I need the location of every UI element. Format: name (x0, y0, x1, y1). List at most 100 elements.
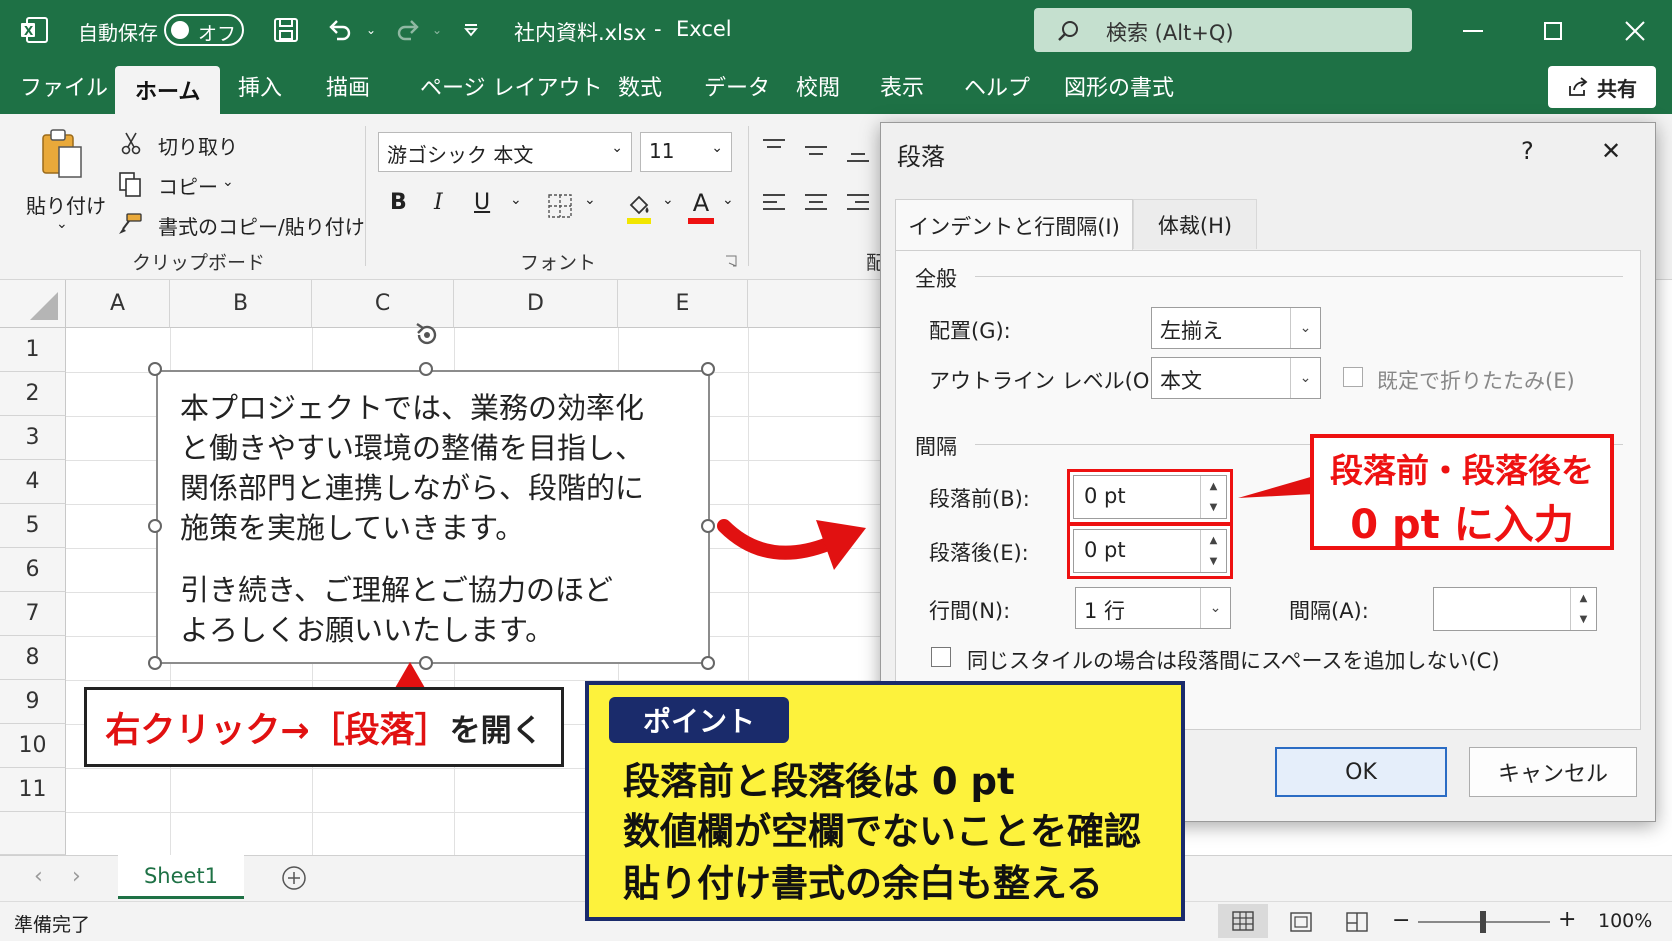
row-header[interactable] (0, 812, 66, 855)
tab-shape-format[interactable]: 図形の書式 (1064, 70, 1174, 102)
align-right-icon[interactable] (844, 190, 872, 218)
bold-button[interactable]: B (390, 190, 407, 215)
zoom-in-button[interactable]: + (1558, 907, 1576, 932)
align-middle-icon[interactable] (802, 140, 830, 162)
outline-level-select[interactable]: 本文 ⌄ (1151, 357, 1321, 399)
minimize-icon[interactable] (1458, 16, 1488, 46)
fill-color-dropdown-icon[interactable]: ⌄ (662, 192, 674, 208)
redo-icon[interactable] (392, 14, 424, 46)
redo-dropdown-icon[interactable]: ⌄ (428, 20, 446, 40)
tab-draw[interactable]: 描画 (326, 70, 370, 102)
spin-up-icon[interactable]: ▲ (1201, 476, 1226, 497)
column-header[interactable] (748, 280, 882, 328)
text-box-shape[interactable]: 本プロジェクトでは、業務の効率化 と働きやすい環境の整備を目指し、 関係部門と連… (156, 370, 710, 664)
add-sheet-icon[interactable] (280, 864, 308, 892)
spin-up-icon[interactable]: ▲ (1201, 530, 1226, 551)
copy-icon[interactable] (116, 170, 144, 198)
line-spacing-select[interactable]: 1 行 ⌄ (1075, 587, 1231, 629)
alignment-select[interactable]: 左揃え ⌄ (1151, 307, 1321, 349)
paste-label[interactable]: 貼り付け (26, 190, 106, 219)
dont-add-space-checkbox[interactable] (931, 647, 951, 667)
close-window-icon[interactable] (1618, 14, 1652, 48)
italic-button[interactable]: I (434, 190, 443, 215)
help-button[interactable]: ? (1521, 137, 1534, 165)
spin-down-icon[interactable]: ▼ (1571, 609, 1596, 630)
tab-page-layout[interactable]: ページ レイアウト (420, 70, 603, 102)
customize-toolbar-icon[interactable] (460, 18, 482, 42)
at-input[interactable]: ▲ ▼ (1433, 587, 1597, 631)
copy-label[interactable]: コピー (158, 171, 218, 200)
zoom-slider-thumb[interactable] (1480, 911, 1486, 933)
tab-indent-spacing[interactable]: インデントと行間隔(I) (895, 199, 1133, 251)
tab-formulas[interactable]: 数式 (618, 70, 662, 102)
search-box[interactable]: 検索 (Alt+Q) (1034, 8, 1412, 52)
resize-handle[interactable] (701, 362, 715, 376)
resize-handle[interactable] (701, 656, 715, 670)
tab-line-page-breaks[interactable]: 体裁(H) (1133, 199, 1257, 249)
zoom-out-button[interactable]: − (1392, 908, 1410, 933)
row-header[interactable]: 3 (0, 416, 66, 460)
cut-label[interactable]: 切り取り (158, 131, 238, 160)
tab-help[interactable]: ヘルプ (964, 70, 1030, 102)
sheet-tab-sheet1[interactable]: Sheet1 (118, 855, 244, 899)
format-painter-label[interactable]: 書式のコピー/貼り付け (158, 211, 365, 240)
row-header[interactable]: 5 (0, 504, 66, 548)
paste-dropdown-icon[interactable]: ⌄ (56, 216, 68, 232)
row-header[interactable]: 10 (0, 724, 66, 768)
ok-button[interactable]: OK (1275, 747, 1447, 797)
resize-handle[interactable] (419, 362, 433, 376)
row-header[interactable]: 2 (0, 372, 66, 416)
row-header[interactable]: 11 (0, 768, 66, 812)
save-icon[interactable] (270, 14, 302, 46)
tab-view[interactable]: 表示 (880, 70, 924, 102)
fill-color-icon[interactable] (624, 190, 654, 226)
tab-home[interactable]: ホーム (115, 66, 221, 114)
page-break-view-icon[interactable] (1342, 908, 1372, 936)
column-header[interactable]: D (454, 280, 618, 328)
zoom-level[interactable]: 100% (1598, 910, 1652, 932)
share-button[interactable]: 共有 (1548, 66, 1656, 108)
select-all-corner[interactable] (0, 280, 66, 328)
cut-icon[interactable] (118, 130, 144, 156)
font-name-select[interactable]: 游ゴシック 本文 ⌄ (378, 132, 632, 172)
spin-up-icon[interactable]: ▲ (1571, 588, 1596, 609)
resize-handle[interactable] (148, 362, 162, 376)
row-header[interactable]: 9 (0, 680, 66, 724)
font-color-dropdown-icon[interactable]: ⌄ (722, 192, 734, 208)
autosave-toggle[interactable]: オフ (164, 14, 244, 46)
row-header[interactable]: 1 (0, 328, 66, 372)
resize-handle[interactable] (148, 656, 162, 670)
row-header[interactable]: 7 (0, 592, 66, 636)
normal-view-icon[interactable] (1218, 904, 1268, 938)
paste-icon[interactable] (38, 126, 88, 182)
align-top-icon[interactable] (760, 136, 788, 158)
maximize-icon[interactable] (1538, 16, 1568, 46)
borders-icon[interactable] (546, 192, 574, 220)
column-header[interactable]: E (618, 280, 748, 328)
tab-file[interactable]: ファイル (20, 70, 108, 102)
spacing-after-input[interactable]: 0 pt ▲ ▼ (1073, 529, 1227, 573)
page-layout-view-icon[interactable] (1286, 908, 1316, 936)
tab-review[interactable]: 校閲 (796, 70, 840, 102)
row-header[interactable]: 4 (0, 460, 66, 504)
column-header[interactable]: B (170, 280, 312, 328)
resize-handle[interactable] (701, 519, 715, 533)
collapsed-checkbox[interactable] (1343, 367, 1363, 387)
align-left-icon[interactable] (760, 190, 788, 218)
format-painter-icon[interactable] (116, 210, 144, 238)
column-header[interactable]: A (66, 280, 170, 328)
prev-sheet-icon[interactable]: ‹ (34, 864, 43, 889)
tab-data[interactable]: データ (704, 70, 770, 102)
font-dialog-launcher-icon[interactable] (724, 254, 738, 268)
spin-down-icon[interactable]: ▼ (1201, 551, 1226, 572)
font-color-icon[interactable]: A (686, 188, 716, 226)
tab-insert[interactable]: 挿入 (238, 70, 282, 102)
underline-button[interactable]: U (474, 190, 490, 215)
undo-dropdown-icon[interactable]: ⌄ (362, 20, 380, 40)
align-center-icon[interactable] (802, 190, 830, 218)
spin-down-icon[interactable]: ▼ (1201, 497, 1226, 518)
borders-dropdown-icon[interactable]: ⌄ (584, 192, 596, 208)
dialog-close-button[interactable]: ✕ (1601, 137, 1621, 165)
underline-dropdown-icon[interactable]: ⌄ (510, 192, 522, 208)
undo-icon[interactable] (324, 14, 356, 46)
